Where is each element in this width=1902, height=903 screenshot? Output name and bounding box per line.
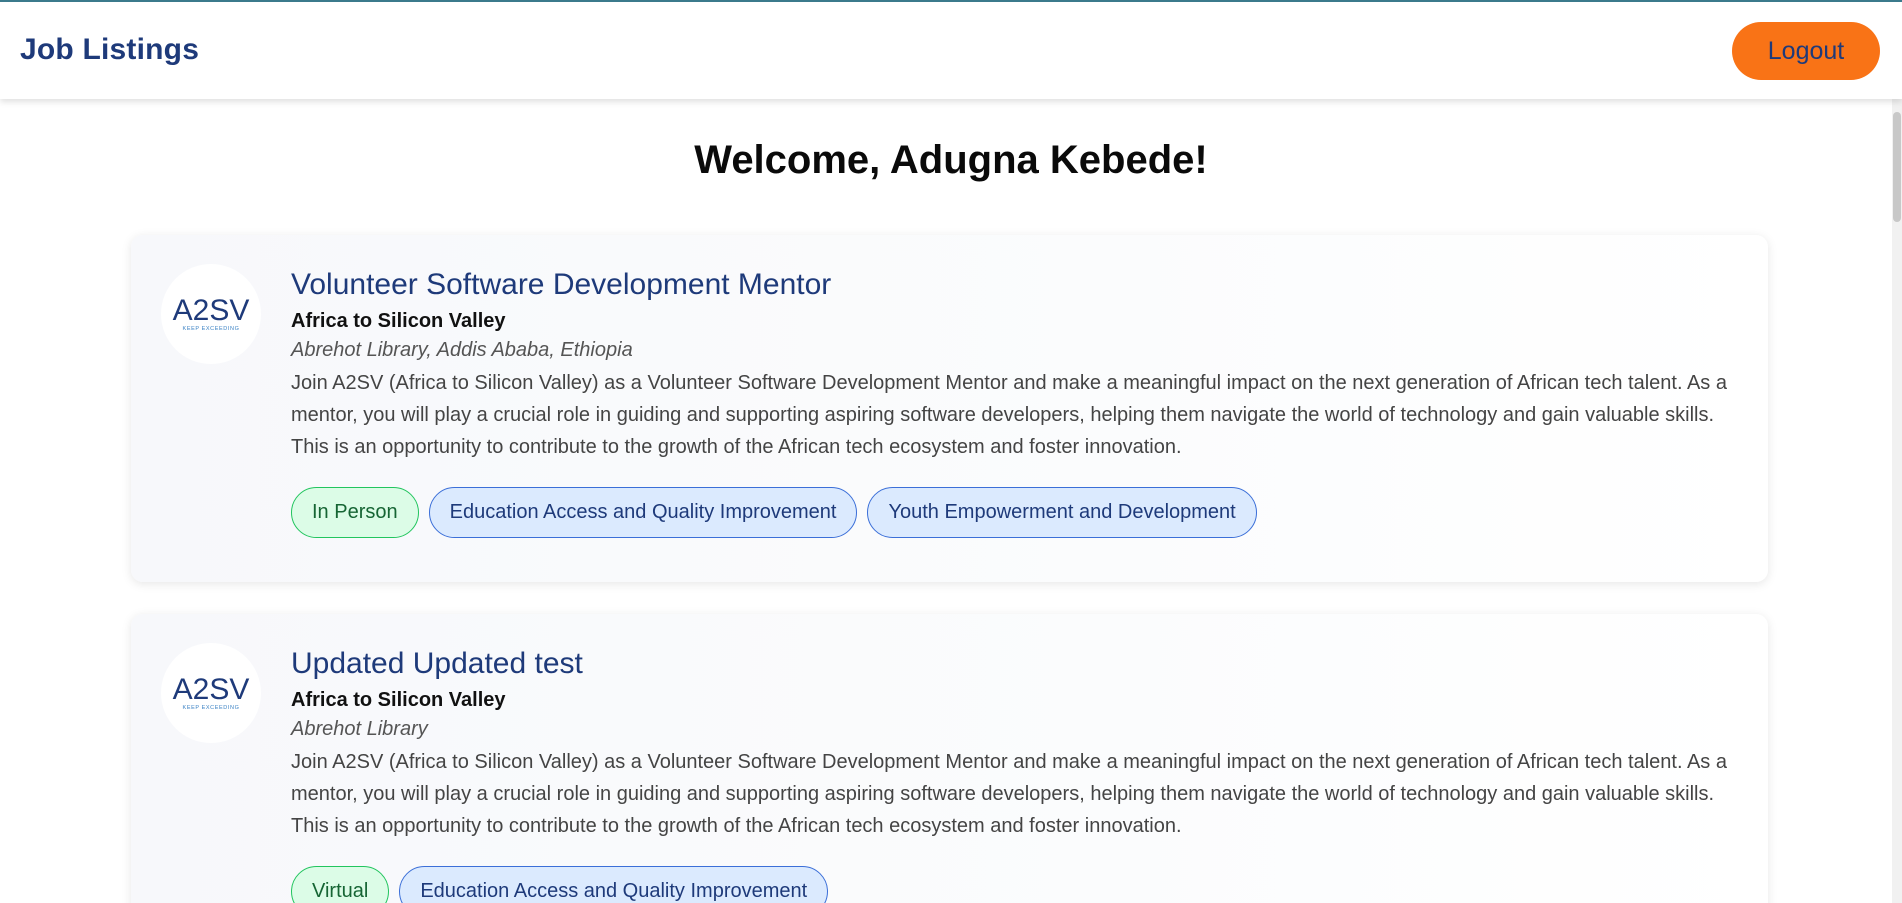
job-card-body: Updated Updated test Africa to Silicon V… [291, 644, 1728, 903]
company-name: Africa to Silicon Valley [291, 310, 506, 332]
job-card[interactable]: A2SV KEEP EXCEEDING Volunteer Software D… [131, 235, 1768, 582]
job-title[interactable]: Updated Updated test [291, 644, 1728, 684]
scrollbar-thumb[interactable] [1893, 112, 1901, 222]
page: Job Listings Logout Welcome, Adugna Kebe… [0, 0, 1902, 903]
logout-button[interactable]: Logout [1732, 22, 1880, 80]
tag-list: In Person Education Access and Quality I… [291, 487, 1728, 538]
tag-work-mode: Virtual [291, 866, 390, 903]
logo-tagline: KEEP EXCEEDING [183, 326, 240, 332]
tag-list: Virtual Education Access and Quality Imp… [291, 866, 1728, 903]
tag-category: Youth Empowerment and Development [867, 487, 1257, 538]
a2sv-logo-graphic: A2SV KEEP EXCEEDING [173, 294, 250, 332]
job-title[interactable]: Volunteer Software Development Mentor [291, 265, 1728, 305]
logo-text: A2SV [173, 294, 250, 327]
top-navbar: Job Listings Logout [0, 0, 1902, 99]
job-location: Abrehot Library [291, 718, 428, 740]
welcome-heading: Welcome, Adugna Kebede! [694, 138, 1208, 182]
a2sv-logo-graphic: A2SV KEEP EXCEEDING [173, 673, 250, 711]
app-title[interactable]: Job Listings [20, 33, 199, 67]
job-location: Abrehot Library, Addis Ababa, Ethiopia [291, 339, 633, 361]
tag-category: Education Access and Quality Improvement [428, 487, 858, 538]
job-card[interactable]: A2SV KEEP EXCEEDING Updated Updated test… [131, 614, 1768, 903]
job-card-body: Volunteer Software Development Mentor Af… [291, 265, 1728, 538]
logo-tagline: KEEP EXCEEDING [183, 705, 240, 711]
a2sv-logo-icon: A2SV KEEP EXCEEDING [161, 643, 261, 743]
company-name: Africa to Silicon Valley [291, 689, 506, 711]
job-description: Join A2SV (Africa to Silicon Valley) as … [291, 372, 1727, 458]
tag-category: Education Access and Quality Improvement [399, 866, 829, 903]
logo-text: A2SV [173, 673, 250, 706]
job-description: Join A2SV (Africa to Silicon Valley) as … [291, 751, 1727, 837]
tag-work-mode: In Person [291, 487, 419, 538]
a2sv-logo-icon: A2SV KEEP EXCEEDING [161, 264, 261, 364]
